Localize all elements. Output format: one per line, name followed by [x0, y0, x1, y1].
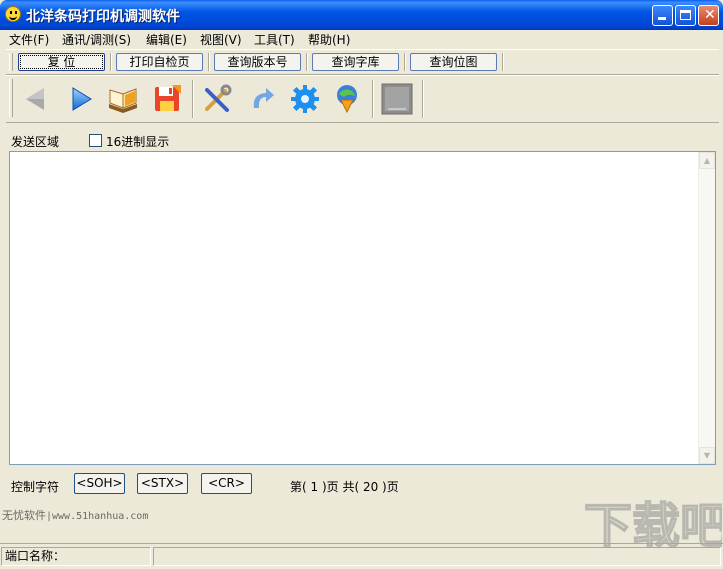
gear-icon[interactable] — [288, 82, 322, 116]
self-test-button[interactable]: 打印自检页 — [116, 53, 203, 71]
smiley-app-icon[interactable] — [5, 6, 21, 22]
toolbar-separator — [372, 80, 374, 118]
scroll-down-icon[interactable]: ▼ — [699, 447, 715, 464]
toolbar-separator — [502, 53, 504, 71]
toolbar-separator — [208, 53, 210, 71]
watermark-brand: 无忧软件 — [2, 509, 46, 522]
hex-display-checkbox[interactable] — [89, 134, 102, 147]
toolbar-separator — [192, 80, 194, 118]
send-textarea[interactable]: ▲ ▼ — [9, 151, 716, 465]
menu-comm-debug[interactable]: 通讯/调测(S) — [62, 31, 131, 48]
menu-help[interactable]: 帮助(H) — [308, 31, 350, 48]
toolbar-grip[interactable] — [9, 53, 13, 71]
grayed-panel-icon[interactable] — [380, 82, 414, 116]
query-version-button[interactable]: 查询版本号 — [214, 53, 301, 71]
menu-edit[interactable]: 编辑(E) — [146, 31, 187, 48]
maximize-icon — [680, 10, 691, 20]
download-icon[interactable] — [330, 82, 364, 116]
icon-toolbar — [6, 75, 719, 123]
port-name-label: 端口名称： — [5, 549, 66, 563]
hex-display-label[interactable]: 16进制显示 — [106, 133, 169, 150]
open-book-icon[interactable] — [106, 82, 140, 116]
query-bitmap-button[interactable]: 查询位图 — [410, 53, 497, 71]
menu-file[interactable]: 文件(F) — [9, 31, 49, 48]
toolbar-separator — [110, 53, 112, 71]
status-bar: 端口名称： — [0, 543, 723, 569]
title-bar[interactable]: 北洋条码打印机调测软件 ✕ — [0, 0, 723, 30]
scroll-up-icon[interactable]: ▲ — [699, 152, 715, 169]
send-area-label: 发送区域 — [11, 135, 60, 149]
reset-button[interactable]: 复 位 — [18, 53, 105, 71]
watermark-left: 无忧软件|www.51hanhua.com — [2, 507, 148, 523]
page-indicator: 第( 1 )页 共( 20 )页 — [290, 480, 399, 494]
close-icon: ✕ — [704, 7, 716, 23]
command-toolbar: 复 位 打印自检页 查询版本号 查询字库 查询位图 — [6, 49, 719, 75]
toolbar-grip[interactable] — [9, 79, 13, 117]
app-window: 北洋条码打印机调测软件 ✕ 文件(F) 通讯/调测(S) 编辑(E) 视图(V)… — [0, 0, 723, 569]
control-chars-label: 控制字符 — [11, 480, 60, 494]
stx-button[interactable]: <STX> — [137, 473, 188, 494]
close-button[interactable]: ✕ — [698, 5, 719, 26]
tools-icon[interactable] — [200, 82, 234, 116]
query-font-button[interactable]: 查询字库 — [312, 53, 399, 71]
minimize-button[interactable] — [652, 5, 673, 26]
save-disk-icon[interactable] — [150, 82, 184, 116]
status-pane-main — [153, 547, 721, 566]
soh-button[interactable]: <SOH> — [74, 473, 125, 494]
cr-button[interactable]: <CR> — [201, 473, 252, 494]
refresh-icon[interactable] — [244, 82, 278, 116]
toolbar-separator — [306, 53, 308, 71]
window-title: 北洋条码打印机调测软件 — [26, 9, 180, 25]
minimize-icon — [658, 17, 666, 20]
menu-bar: 文件(F) 通讯/调测(S) 编辑(E) 视图(V) 工具(T) 帮助(H) — [0, 30, 723, 48]
maximize-button[interactable] — [675, 5, 696, 26]
watermark-url: |www.51hanhua.com — [46, 511, 149, 522]
port-name-pane: 端口名称： — [1, 547, 151, 566]
toolbar-separator — [422, 80, 424, 118]
menu-tools[interactable]: 工具(T) — [254, 31, 295, 48]
vertical-scrollbar[interactable]: ▲ ▼ — [698, 152, 715, 464]
back-arrow-icon[interactable] — [20, 82, 54, 116]
menu-view[interactable]: 视图(V) — [200, 31, 242, 48]
forward-arrow-icon[interactable] — [64, 82, 98, 116]
toolbar-separator — [404, 53, 406, 71]
